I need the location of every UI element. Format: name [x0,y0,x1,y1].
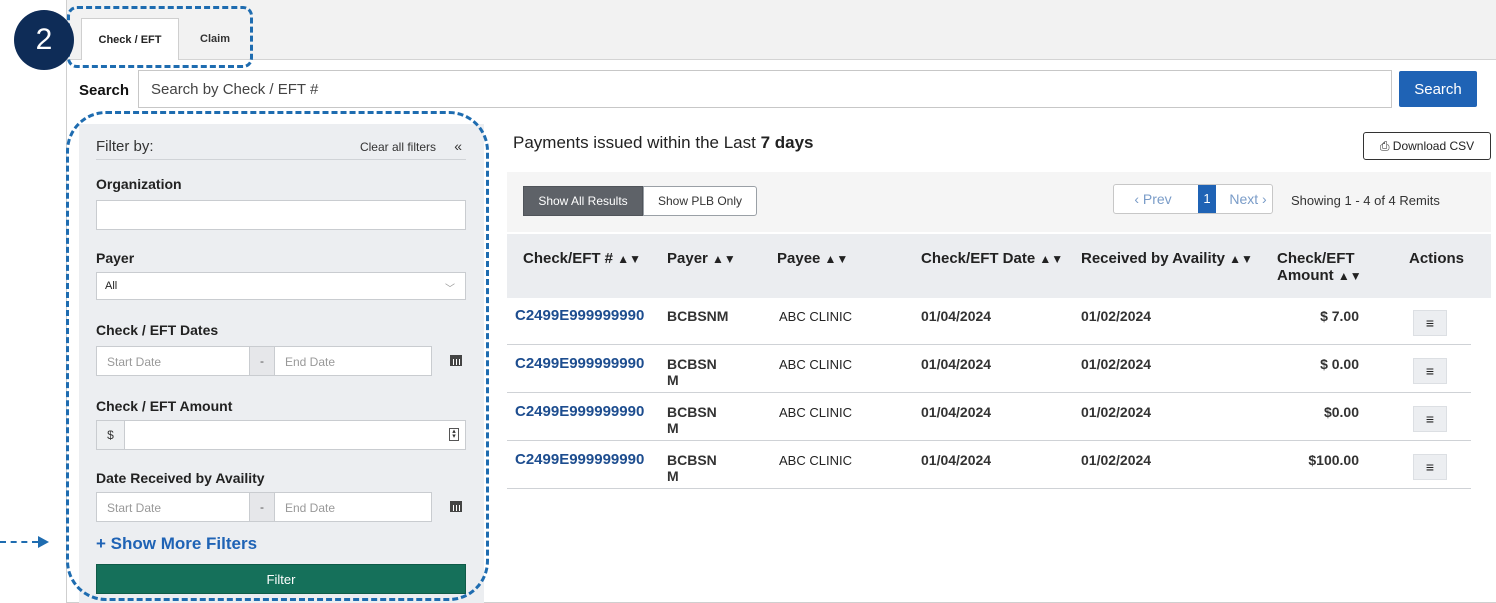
calendar-icon[interactable] [450,499,462,512]
show-plb-only-button[interactable]: Show PLB Only [643,186,757,216]
sort-icon: ▲▼ [824,252,849,266]
table-row: C2499E999999990 BCBSNM ABC CLINIC 01/04/… [507,298,1471,345]
search-button[interactable]: Search [1399,71,1477,107]
check-date-cell: 01/04/2024 [921,356,992,372]
next-page-button[interactable]: Next › [1222,185,1274,213]
step-badge: 2 [14,10,74,70]
actions-menu-icon[interactable]: ≡ [1413,454,1447,480]
organization-input[interactable] [96,200,466,230]
payer-select-value: All [105,280,118,292]
collapse-sidebar-icon[interactable]: « [454,138,462,154]
payee-cell: ABC CLINIC [779,453,852,468]
received-dates-range: Start Date - End Date [96,492,466,522]
amount-cell: $0.00 [1323,404,1359,420]
actions-menu-icon[interactable]: ≡ [1413,310,1447,336]
table-row: C2499E999999990 BCBSN M ABC CLINIC 01/04… [507,442,1471,489]
filter-header: Filter by: Clear all filters « [96,138,466,160]
header-check-eft[interactable]: Check/EFT # ▲▼ [523,250,641,268]
download-csv-button[interactable]: ⎙ Download CSV [1363,132,1491,160]
check-dates-range: Start Date - End Date [96,346,466,376]
search-input[interactable] [138,70,1392,108]
table-row: C2499E999999990 BCBSN M ABC CLINIC 01/04… [507,346,1471,393]
payee-cell: ABC CLINIC [779,309,852,324]
results-count: Showing 1 - 4 of 4 Remits [1291,193,1440,208]
results-panel: Payments issued within the Last 7 days ⎙… [507,124,1496,603]
received-start-date-input[interactable]: Start Date [96,492,250,522]
current-page[interactable]: 1 [1198,185,1216,213]
sort-icon: ▲▼ [1039,252,1064,266]
amount-cell: $100.00 [1308,452,1359,468]
page-title: Payments issued within the Last 7 days [513,133,814,152]
clear-all-filters-link[interactable]: Clear all filters [360,140,436,154]
print-icon: ⎙ [1379,139,1393,153]
actions-menu-icon[interactable]: ≡ [1413,406,1447,432]
check-dates-label: Check / EFT Dates [96,322,219,338]
tab-bar: Check / EFT Claim [67,0,1496,60]
header-check-date[interactable]: Check/EFT Date ▲▼ [921,250,1063,268]
header-payee[interactable]: Payee ▲▼ [777,250,848,268]
prev-page-button[interactable]: ‹ Prev [1114,185,1192,213]
received-cell: 01/02/2024 [1081,404,1152,420]
payer-cell: BCBSNM [667,308,729,324]
actions-menu-icon[interactable]: ≡ [1413,358,1447,384]
received-cell: 01/02/2024 [1081,356,1152,372]
check-start-date-input[interactable]: Start Date [96,346,250,376]
check-date-cell: 01/04/2024 [921,452,992,468]
tab-check-eft[interactable]: Check / EFT [81,18,179,60]
received-cell: 01/02/2024 [1081,452,1152,468]
sort-icon: ▲▼ [617,252,641,266]
calendar-icon[interactable] [450,353,462,366]
payer-cell: BCBSN M [667,404,717,436]
check-amount-label: Check / EFT Amount [96,398,233,414]
payee-cell: ABC CLINIC [779,405,852,420]
amount-cell: $ 7.00 [1320,308,1359,324]
header-payer[interactable]: Payer ▲▼ [667,250,736,268]
dollar-prefix: $ [97,421,125,449]
payer-select[interactable]: All ﹀ [96,272,466,300]
check-date-cell: 01/04/2024 [921,308,992,324]
annotation-arrow-icon [0,536,50,548]
sort-icon: ▲▼ [1229,252,1253,266]
sort-icon: ▲▼ [712,252,736,266]
spinner-icon[interactable]: ▴ ▾ [449,428,459,441]
payer-cell: BCBSN M [667,452,717,484]
organization-label: Organization [96,176,182,192]
search-label: Search [79,82,130,99]
check-amount-input[interactable]: $ ▴ ▾ [96,420,466,450]
app-frame: Check / EFT Claim Search Search Filter b… [66,0,1496,603]
chevron-down-icon: ﹀ [445,284,455,295]
payee-cell: ABC CLINIC [779,357,852,372]
show-all-results-button[interactable]: Show All Results [523,186,643,216]
check-link[interactable]: C2499E999999990 [515,308,644,324]
check-link[interactable]: C2499E999999990 [515,452,644,468]
header-actions: Actions [1409,250,1465,267]
date-separator: - [250,492,274,522]
table-header: Check/EFT # ▲▼ Payer ▲▼ Payee ▲▼ Check/E… [507,234,1491,298]
table-row: C2499E999999990 BCBSN M ABC CLINIC 01/04… [507,394,1471,441]
check-link[interactable]: C2499E999999990 [515,356,644,372]
received-cell: 01/02/2024 [1081,308,1152,324]
filter-sidebar: Filter by: Clear all filters « Organizat… [79,124,484,603]
pagination: ‹ Prev 1 Next › [1113,184,1273,214]
sort-icon: ▲▼ [1337,269,1362,283]
check-link[interactable]: C2499E999999990 [515,404,644,420]
tab-claim[interactable]: Claim [183,18,247,60]
date-received-label: Date Received by Availity [96,470,265,486]
results-toolbar: Show All Results Show PLB Only ‹ Prev 1 … [507,172,1491,232]
check-date-cell: 01/04/2024 [921,404,992,420]
payer-cell: BCBSN M [667,356,717,388]
payer-label: Payer [96,250,135,266]
check-end-date-input[interactable]: End Date [274,346,432,376]
show-more-filters-link[interactable]: + Show More Filters [96,534,257,554]
received-end-date-input[interactable]: End Date [274,492,432,522]
header-amount[interactable]: Check/EFT Amount ▲▼ [1277,250,1362,285]
filter-button[interactable]: Filter [96,564,466,594]
amount-cell: $ 0.00 [1320,356,1359,372]
date-separator: - [250,346,274,376]
filter-title: Filter by: [96,138,154,155]
search-row: Search Search [67,70,1496,110]
header-received[interactable]: Received by Availity ▲▼ [1081,250,1253,268]
